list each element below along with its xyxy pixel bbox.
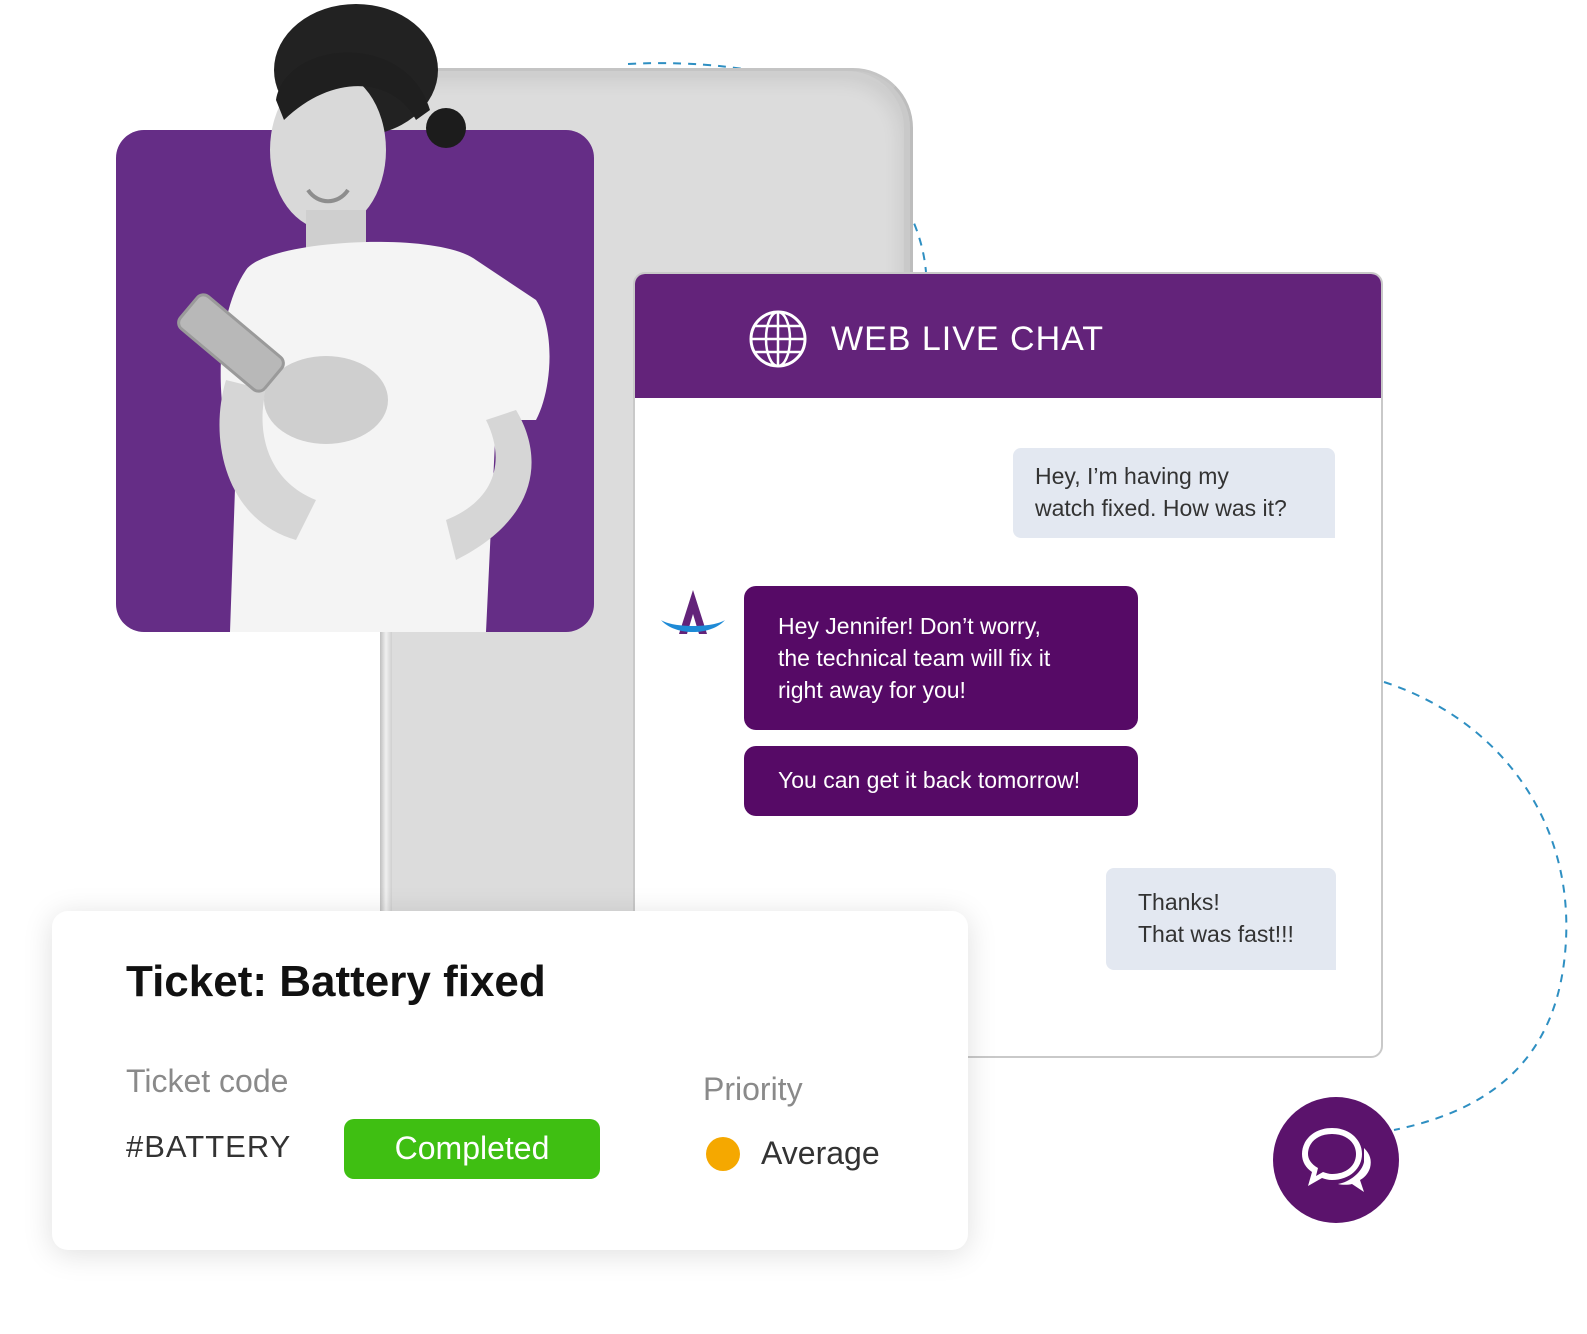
priority-dot-icon	[706, 1137, 740, 1171]
chat-title: WEB LIVE CHAT	[831, 320, 1105, 358]
customer-photo-card	[116, 130, 594, 632]
chat-message-agent: Hey Jennifer! Don’t worry, the technical…	[744, 586, 1138, 730]
chat-launcher-button[interactable]	[1273, 1097, 1399, 1223]
ticket-code-label: Ticket code	[126, 1063, 289, 1099]
chat-message-user: Thanks! That was fast!!!	[1106, 868, 1336, 970]
ticket-code-value: #BATTERY	[126, 1129, 292, 1164]
chat-message-user: Hey, I’m having my watch fixed. How was …	[1013, 448, 1335, 538]
priority-value: Average	[761, 1135, 880, 1171]
phone-mockup-edge	[380, 600, 392, 920]
brand-a-logo	[661, 590, 725, 634]
chat-header: WEB LIVE CHAT	[635, 274, 1381, 398]
ticket-title: Ticket: Battery fixed	[126, 957, 546, 1006]
chat-message-agent: You can get it back tomorrow!	[744, 746, 1138, 816]
priority-label: Priority	[703, 1071, 803, 1107]
ticket-card: Ticket: Battery fixed Ticket code #BATTE…	[52, 911, 968, 1250]
chat-bubbles-icon	[1302, 1128, 1371, 1192]
globe-icon	[749, 310, 807, 368]
status-badge: Completed	[344, 1119, 600, 1179]
